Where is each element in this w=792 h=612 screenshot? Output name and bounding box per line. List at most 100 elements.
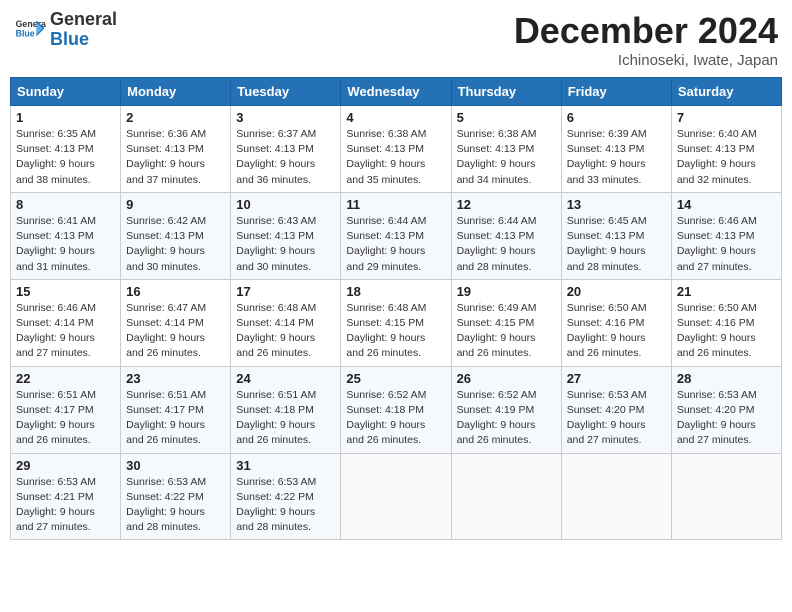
day-info: Sunrise: 6:43 AM Sunset: 4:13 PM Dayligh… (236, 214, 335, 275)
day-number: 28 (677, 371, 776, 386)
weekday-header-thursday: Thursday (451, 78, 561, 106)
day-info: Sunrise: 6:52 AM Sunset: 4:19 PM Dayligh… (457, 388, 556, 449)
day-info: Sunrise: 6:46 AM Sunset: 4:14 PM Dayligh… (16, 301, 115, 362)
weekday-header-sunday: Sunday (11, 78, 121, 106)
day-info: Sunrise: 6:45 AM Sunset: 4:13 PM Dayligh… (567, 214, 666, 275)
calendar-cell: 8 Sunrise: 6:41 AM Sunset: 4:13 PM Dayli… (11, 192, 121, 279)
day-info: Sunrise: 6:35 AM Sunset: 4:13 PM Dayligh… (16, 127, 115, 188)
title-block: December 2024 Ichinoseki, Iwate, Japan (514, 10, 778, 69)
calendar-cell: 19 Sunrise: 6:49 AM Sunset: 4:15 PM Dayl… (451, 279, 561, 366)
calendar-cell: 10 Sunrise: 6:43 AM Sunset: 4:13 PM Dayl… (231, 192, 341, 279)
day-info: Sunrise: 6:51 AM Sunset: 4:17 PM Dayligh… (126, 388, 225, 449)
calendar-cell: 5 Sunrise: 6:38 AM Sunset: 4:13 PM Dayli… (451, 106, 561, 193)
day-info: Sunrise: 6:51 AM Sunset: 4:17 PM Dayligh… (16, 388, 115, 449)
calendar-cell: 22 Sunrise: 6:51 AM Sunset: 4:17 PM Dayl… (11, 366, 121, 453)
day-number: 9 (126, 197, 225, 212)
calendar-cell: 13 Sunrise: 6:45 AM Sunset: 4:13 PM Dayl… (561, 192, 671, 279)
calendar-cell: 7 Sunrise: 6:40 AM Sunset: 4:13 PM Dayli… (671, 106, 781, 193)
day-number: 31 (236, 458, 335, 473)
calendar-cell (671, 453, 781, 540)
weekday-header-tuesday: Tuesday (231, 78, 341, 106)
calendar-week-5: 29 Sunrise: 6:53 AM Sunset: 4:21 PM Dayl… (11, 453, 782, 540)
svg-text:Blue: Blue (16, 28, 35, 38)
day-number: 7 (677, 110, 776, 125)
calendar-cell: 23 Sunrise: 6:51 AM Sunset: 4:17 PM Dayl… (121, 366, 231, 453)
calendar-cell: 14 Sunrise: 6:46 AM Sunset: 4:13 PM Dayl… (671, 192, 781, 279)
calendar-cell: 30 Sunrise: 6:53 AM Sunset: 4:22 PM Dayl… (121, 453, 231, 540)
calendar-week-4: 22 Sunrise: 6:51 AM Sunset: 4:17 PM Dayl… (11, 366, 782, 453)
day-number: 6 (567, 110, 666, 125)
day-info: Sunrise: 6:53 AM Sunset: 4:22 PM Dayligh… (236, 475, 335, 536)
day-info: Sunrise: 6:48 AM Sunset: 4:14 PM Dayligh… (236, 301, 335, 362)
calendar-cell: 26 Sunrise: 6:52 AM Sunset: 4:19 PM Dayl… (451, 366, 561, 453)
calendar-week-2: 8 Sunrise: 6:41 AM Sunset: 4:13 PM Dayli… (11, 192, 782, 279)
calendar-cell: 27 Sunrise: 6:53 AM Sunset: 4:20 PM Dayl… (561, 366, 671, 453)
day-info: Sunrise: 6:42 AM Sunset: 4:13 PM Dayligh… (126, 214, 225, 275)
day-info: Sunrise: 6:50 AM Sunset: 4:16 PM Dayligh… (567, 301, 666, 362)
logo-icon: General Blue (14, 14, 46, 46)
day-info: Sunrise: 6:53 AM Sunset: 4:20 PM Dayligh… (567, 388, 666, 449)
calendar-cell: 15 Sunrise: 6:46 AM Sunset: 4:14 PM Dayl… (11, 279, 121, 366)
day-number: 4 (346, 110, 445, 125)
calendar-cell: 6 Sunrise: 6:39 AM Sunset: 4:13 PM Dayli… (561, 106, 671, 193)
day-number: 24 (236, 371, 335, 386)
day-number: 29 (16, 458, 115, 473)
day-info: Sunrise: 6:51 AM Sunset: 4:18 PM Dayligh… (236, 388, 335, 449)
calendar-cell: 16 Sunrise: 6:47 AM Sunset: 4:14 PM Dayl… (121, 279, 231, 366)
calendar-cell: 1 Sunrise: 6:35 AM Sunset: 4:13 PM Dayli… (11, 106, 121, 193)
day-number: 15 (16, 284, 115, 299)
day-number: 13 (567, 197, 666, 212)
day-info: Sunrise: 6:36 AM Sunset: 4:13 PM Dayligh… (126, 127, 225, 188)
calendar-week-3: 15 Sunrise: 6:46 AM Sunset: 4:14 PM Dayl… (11, 279, 782, 366)
day-number: 27 (567, 371, 666, 386)
calendar-cell (451, 453, 561, 540)
day-info: Sunrise: 6:40 AM Sunset: 4:13 PM Dayligh… (677, 127, 776, 188)
calendar-table: SundayMondayTuesdayWednesdayThursdayFrid… (10, 77, 782, 540)
weekday-header-saturday: Saturday (671, 78, 781, 106)
calendar-cell: 4 Sunrise: 6:38 AM Sunset: 4:13 PM Dayli… (341, 106, 451, 193)
weekday-header-friday: Friday (561, 78, 671, 106)
logo: General Blue General Blue (14, 10, 117, 50)
calendar-cell: 3 Sunrise: 6:37 AM Sunset: 4:13 PM Dayli… (231, 106, 341, 193)
day-info: Sunrise: 6:39 AM Sunset: 4:13 PM Dayligh… (567, 127, 666, 188)
day-info: Sunrise: 6:38 AM Sunset: 4:13 PM Dayligh… (346, 127, 445, 188)
day-info: Sunrise: 6:52 AM Sunset: 4:18 PM Dayligh… (346, 388, 445, 449)
day-number: 3 (236, 110, 335, 125)
weekday-header-row: SundayMondayTuesdayWednesdayThursdayFrid… (11, 78, 782, 106)
calendar-cell: 21 Sunrise: 6:50 AM Sunset: 4:16 PM Dayl… (671, 279, 781, 366)
day-number: 11 (346, 197, 445, 212)
weekday-header-wednesday: Wednesday (341, 78, 451, 106)
day-info: Sunrise: 6:53 AM Sunset: 4:22 PM Dayligh… (126, 475, 225, 536)
calendar-week-1: 1 Sunrise: 6:35 AM Sunset: 4:13 PM Dayli… (11, 106, 782, 193)
day-number: 5 (457, 110, 556, 125)
page-header: General Blue General Blue December 2024 … (10, 10, 782, 69)
day-number: 1 (16, 110, 115, 125)
day-info: Sunrise: 6:48 AM Sunset: 4:15 PM Dayligh… (346, 301, 445, 362)
day-info: Sunrise: 6:41 AM Sunset: 4:13 PM Dayligh… (16, 214, 115, 275)
logo-blue: Blue (50, 29, 89, 49)
calendar-cell: 18 Sunrise: 6:48 AM Sunset: 4:15 PM Dayl… (341, 279, 451, 366)
month-title: December 2024 (514, 10, 778, 52)
calendar-cell: 9 Sunrise: 6:42 AM Sunset: 4:13 PM Dayli… (121, 192, 231, 279)
calendar-cell: 2 Sunrise: 6:36 AM Sunset: 4:13 PM Dayli… (121, 106, 231, 193)
day-info: Sunrise: 6:44 AM Sunset: 4:13 PM Dayligh… (346, 214, 445, 275)
day-number: 21 (677, 284, 776, 299)
calendar-cell: 20 Sunrise: 6:50 AM Sunset: 4:16 PM Dayl… (561, 279, 671, 366)
day-number: 25 (346, 371, 445, 386)
calendar-cell: 24 Sunrise: 6:51 AM Sunset: 4:18 PM Dayl… (231, 366, 341, 453)
weekday-header-monday: Monday (121, 78, 231, 106)
calendar-cell (341, 453, 451, 540)
day-number: 12 (457, 197, 556, 212)
calendar-cell: 29 Sunrise: 6:53 AM Sunset: 4:21 PM Dayl… (11, 453, 121, 540)
calendar-cell (561, 453, 671, 540)
day-info: Sunrise: 6:50 AM Sunset: 4:16 PM Dayligh… (677, 301, 776, 362)
calendar-cell: 12 Sunrise: 6:44 AM Sunset: 4:13 PM Dayl… (451, 192, 561, 279)
calendar-cell: 11 Sunrise: 6:44 AM Sunset: 4:13 PM Dayl… (341, 192, 451, 279)
calendar-cell: 25 Sunrise: 6:52 AM Sunset: 4:18 PM Dayl… (341, 366, 451, 453)
calendar-cell: 28 Sunrise: 6:53 AM Sunset: 4:20 PM Dayl… (671, 366, 781, 453)
day-number: 22 (16, 371, 115, 386)
day-info: Sunrise: 6:46 AM Sunset: 4:13 PM Dayligh… (677, 214, 776, 275)
location-subtitle: Ichinoseki, Iwate, Japan (514, 52, 778, 69)
calendar-cell: 31 Sunrise: 6:53 AM Sunset: 4:22 PM Dayl… (231, 453, 341, 540)
day-number: 16 (126, 284, 225, 299)
